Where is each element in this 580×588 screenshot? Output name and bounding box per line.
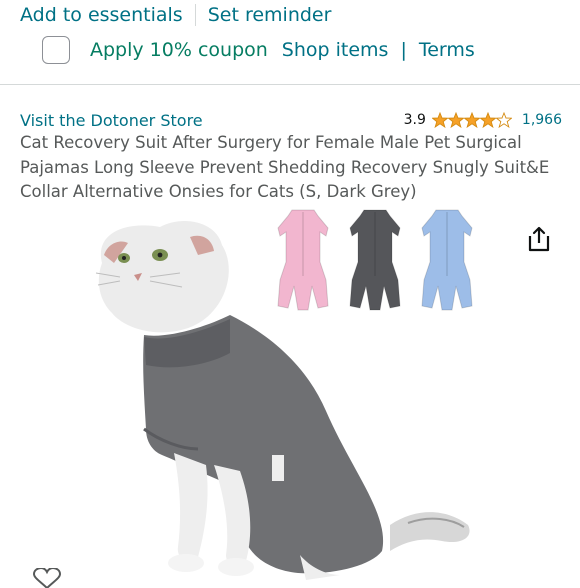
store-rating-row: Visit the Dotoner Store 3.9 1,966 bbox=[20, 108, 562, 132]
product-photo-cat bbox=[95, 221, 470, 580]
coupon-row: Apply 10% coupon Shop items | Terms bbox=[42, 35, 475, 65]
product-title: Cat Recovery Suit After Surgery for Fema… bbox=[20, 133, 550, 201]
top-links: Add to essentials Set reminder bbox=[20, 2, 331, 28]
rating-summary[interactable]: 3.9 1,966 bbox=[404, 112, 562, 128]
rating-value: 3.9 bbox=[403, 112, 426, 128]
heart-icon[interactable] bbox=[32, 568, 62, 588]
add-to-essentials-link[interactable]: Add to essentials bbox=[20, 4, 183, 26]
star-rating bbox=[431, 112, 512, 128]
shop-items-link[interactable]: Shop items bbox=[282, 39, 389, 61]
star-icon bbox=[495, 112, 512, 128]
review-count[interactable]: 1,966 bbox=[522, 112, 562, 128]
share-icon[interactable] bbox=[526, 225, 552, 253]
terms-link[interactable]: Terms bbox=[419, 39, 475, 61]
star-icon bbox=[463, 112, 480, 128]
apply-coupon-label[interactable]: Apply 10% coupon bbox=[90, 39, 268, 61]
set-reminder-link[interactable]: Set reminder bbox=[208, 4, 332, 26]
coupon-separator: | bbox=[400, 39, 407, 61]
link-divider bbox=[194, 4, 196, 26]
section-divider bbox=[0, 84, 580, 85]
star-icon bbox=[479, 112, 496, 128]
store-link[interactable]: Visit the Dotoner Store bbox=[20, 111, 203, 130]
coupon-checkbox[interactable] bbox=[42, 36, 70, 64]
star-icon bbox=[431, 112, 448, 128]
star-icon bbox=[447, 112, 464, 128]
